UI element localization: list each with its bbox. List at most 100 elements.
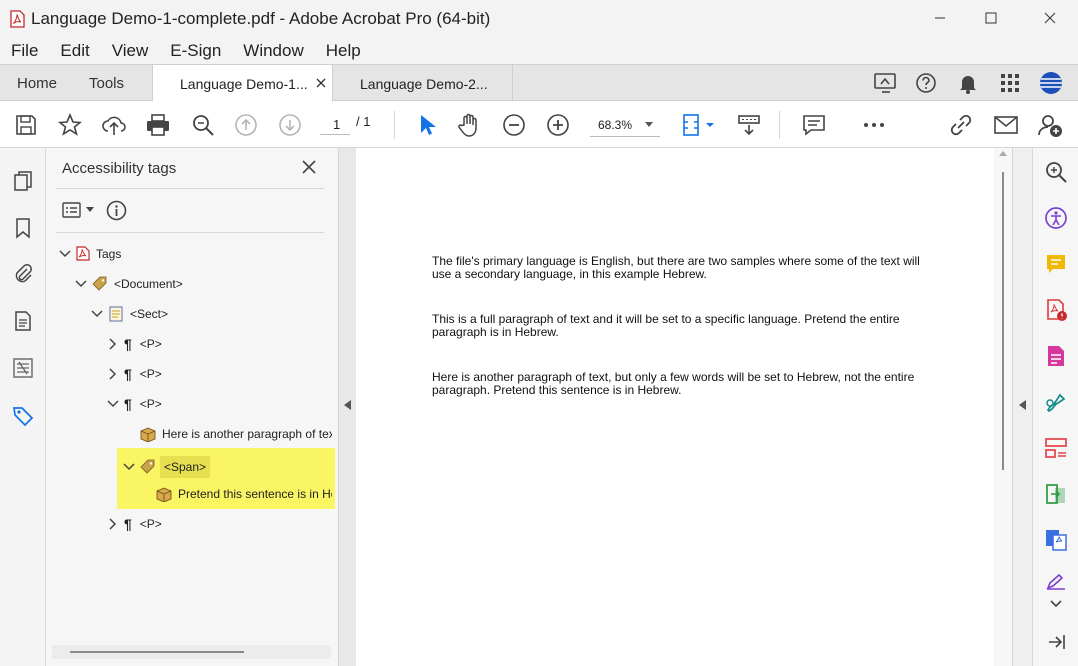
select-cursor-icon[interactable]	[413, 112, 439, 138]
next-page-icon[interactable]	[277, 112, 303, 138]
search-zoom-icon[interactable]	[1044, 160, 1068, 184]
tree-node-tags[interactable]: Tags	[58, 246, 121, 261]
comment-icon[interactable]	[801, 112, 827, 138]
tab-document-1[interactable]: Language Demo-1...	[152, 65, 333, 102]
document-properties-icon[interactable]	[11, 309, 35, 333]
panel-splitter[interactable]	[338, 148, 356, 666]
main-toolbar: 1 / 1 68.3%	[0, 101, 1078, 148]
email-icon[interactable]	[993, 112, 1019, 138]
close-panel-icon[interactable]	[302, 160, 316, 174]
horizontal-scrollbar[interactable]	[52, 645, 331, 659]
tab-document-2[interactable]: Language Demo-2...	[333, 65, 513, 101]
options-menu-icon[interactable]	[62, 201, 82, 219]
accessibility-tags-panel: Accessibility tags Tags <Document> <Sect…	[46, 148, 338, 666]
tree-label: <P>	[139, 397, 162, 411]
zoom-in-icon[interactable]	[545, 112, 571, 138]
tree-label: <P>	[139, 367, 162, 381]
tree-label: <Sect>	[130, 307, 169, 321]
chevron-right-icon[interactable]	[106, 517, 120, 531]
menu-file[interactable]: File	[11, 41, 38, 61]
export-pdf-icon[interactable]	[1044, 298, 1068, 322]
accessibility-tags-icon[interactable]	[11, 404, 35, 428]
tree-node-p-4[interactable]: ¶ <P>	[106, 516, 162, 532]
bookmarks-icon[interactable]	[11, 216, 35, 240]
chevron-right-icon[interactable]	[106, 337, 120, 351]
tree-node-p-1[interactable]: ¶ <P>	[106, 336, 162, 352]
tree-node-p-2[interactable]: ¶ <P>	[106, 366, 162, 382]
bookmark-star-icon[interactable]	[57, 112, 83, 138]
sign-pen-icon[interactable]	[1044, 574, 1068, 590]
collapse-panel-icon[interactable]	[1044, 632, 1068, 652]
scroll-mode-icon[interactable]	[736, 112, 762, 138]
cloud-upload-icon[interactable]	[101, 112, 127, 138]
share-screen-icon[interactable]	[873, 72, 897, 94]
zoom-out-icon[interactable]	[501, 112, 527, 138]
previous-page-icon[interactable]	[233, 112, 259, 138]
maximize-icon[interactable]	[981, 8, 1001, 28]
tree-label: Tags	[96, 246, 122, 261]
tree-node-p-3[interactable]: ¶ <P>	[106, 396, 162, 412]
dropdown-arrow-icon[interactable]	[86, 207, 94, 213]
scroll-up-icon[interactable]	[999, 151, 1007, 156]
document-page[interactable]: The file's primary language is English, …	[356, 148, 1006, 666]
tree-node-span-text[interactable]: Pretend this sentence is in He	[156, 486, 332, 502]
menu-window[interactable]: Window	[243, 41, 303, 61]
user-avatar-icon[interactable]	[1038, 70, 1064, 96]
apps-grid-icon[interactable]	[999, 72, 1021, 94]
edit-pdf-icon[interactable]	[1044, 344, 1068, 368]
print-icon[interactable]	[145, 112, 171, 138]
chevron-down-icon[interactable]	[122, 460, 136, 474]
page-thumbnails-icon[interactable]	[11, 169, 35, 193]
scrollbar-thumb[interactable]	[1002, 172, 1004, 470]
close-tab-icon[interactable]	[316, 78, 326, 88]
scrollbar-thumb[interactable]	[70, 651, 244, 653]
minimize-icon[interactable]	[930, 8, 950, 28]
chevron-down-icon[interactable]	[1044, 598, 1068, 610]
tab-home[interactable]: Home	[17, 75, 57, 92]
right-panel-splitter[interactable]	[1012, 148, 1032, 666]
menu-esign[interactable]: E-Sign	[170, 41, 221, 61]
chevron-right-icon[interactable]	[106, 367, 120, 381]
left-navigation-rail	[0, 148, 46, 666]
notifications-bell-icon[interactable]	[957, 72, 979, 94]
tree-node-document[interactable]: <Document>	[74, 276, 183, 292]
tree-node-sect[interactable]: <Sect>	[90, 306, 168, 322]
help-icon[interactable]	[915, 72, 937, 94]
chevron-down-icon[interactable]	[74, 277, 88, 291]
document-paragraph-3: Here is another paragraph of text, but o…	[432, 370, 915, 397]
create-pdf-icon[interactable]	[1044, 528, 1068, 552]
attachments-icon[interactable]	[11, 262, 35, 286]
tag-icon	[140, 459, 155, 474]
compare-files-icon[interactable]	[1044, 482, 1068, 506]
expand-right-panel-icon[interactable]	[1019, 400, 1026, 410]
more-options-icon[interactable]	[861, 112, 887, 138]
page-number-input[interactable]: 1	[320, 113, 350, 135]
hand-tool-icon[interactable]	[457, 112, 483, 138]
vertical-scrollbar[interactable]	[994, 148, 1012, 666]
menu-help[interactable]: Help	[326, 41, 361, 61]
close-window-icon[interactable]	[1040, 8, 1060, 28]
comment-tool-icon[interactable]	[1044, 252, 1068, 276]
share-link-icon[interactable]	[948, 112, 974, 138]
menu-view[interactable]: View	[112, 41, 149, 61]
info-icon[interactable]	[106, 200, 127, 221]
tab-bar: Home Tools Language Demo-1... Language D…	[0, 64, 1078, 102]
window-title: Language Demo-1-complete.pdf - Adobe Acr…	[31, 8, 491, 28]
tree-node-content-text[interactable]: Here is another paragraph of tex	[140, 426, 332, 442]
page-view-fit-icon[interactable]	[681, 112, 717, 138]
find-zoom-icon[interactable]	[190, 112, 216, 138]
chevron-down-icon[interactable]	[106, 397, 120, 411]
save-icon[interactable]	[13, 112, 39, 138]
add-user-icon[interactable]	[1037, 112, 1063, 138]
tab-tools[interactable]: Tools	[89, 75, 124, 92]
fill-sign-icon[interactable]	[1044, 390, 1068, 414]
organize-pages-icon[interactable]	[1044, 436, 1068, 460]
tree-node-span[interactable]: <Span>	[122, 456, 211, 478]
chevron-down-icon[interactable]	[58, 247, 72, 261]
content-order-icon[interactable]	[11, 356, 35, 380]
collapse-left-icon[interactable]	[344, 400, 351, 410]
accessibility-icon[interactable]	[1044, 206, 1068, 230]
zoom-level-select[interactable]: 68.3%	[590, 113, 660, 137]
menu-edit[interactable]: Edit	[60, 41, 89, 61]
chevron-down-icon[interactable]	[90, 307, 104, 321]
